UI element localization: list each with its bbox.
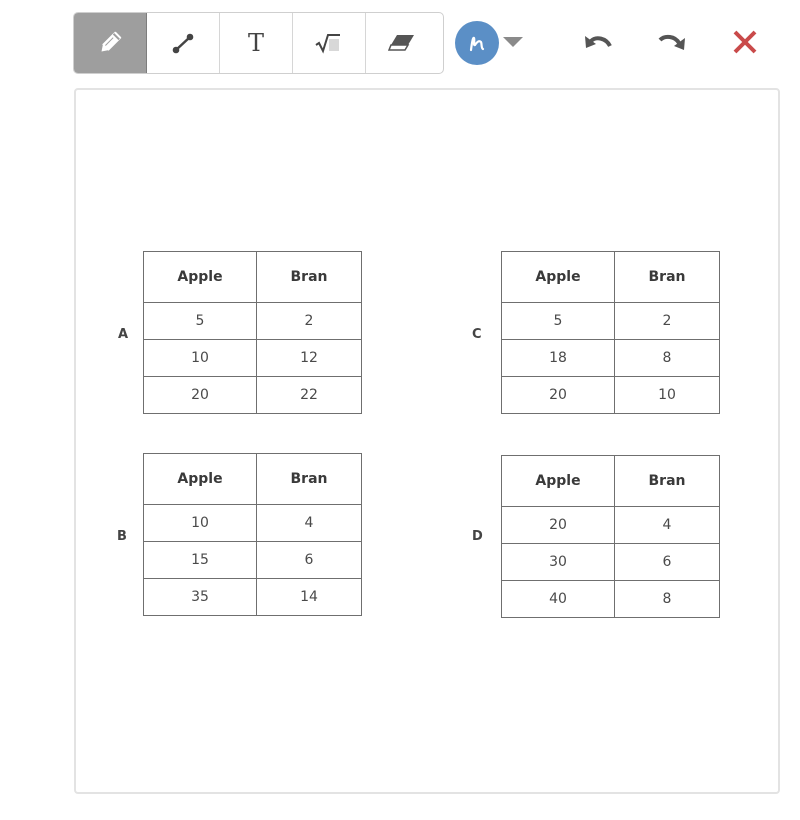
- line-segment-icon: [172, 33, 194, 54]
- column-header: Apple: [501, 251, 615, 303]
- table-row: 18 8: [501, 339, 720, 377]
- option-d-label: D: [472, 529, 483, 544]
- table-row: 35 14: [143, 578, 362, 616]
- line-tool-button[interactable]: [147, 13, 220, 73]
- column-header: Apple: [143, 251, 257, 303]
- eraser-tool-button[interactable]: [366, 13, 439, 73]
- undo-icon: [585, 36, 612, 48]
- option-c-label: C: [472, 327, 482, 342]
- undo-button[interactable]: [578, 24, 618, 60]
- table-row: 10 4: [143, 504, 362, 542]
- drawing-tool-group: T: [73, 12, 444, 74]
- column-header: Bran: [614, 251, 720, 303]
- pencil-icon: [101, 31, 122, 52]
- text-tool-button[interactable]: T: [220, 13, 293, 73]
- pen-color-icon: [469, 36, 485, 52]
- option-b-label: B: [117, 529, 127, 544]
- option-c-table: Apple Bran 52 18 8 20 10: [501, 251, 720, 414]
- text-icon: T: [247, 29, 264, 57]
- pen-color-button[interactable]: [455, 21, 499, 65]
- table-row: 20 22: [143, 376, 362, 414]
- drawing-canvas[interactable]: [74, 88, 780, 794]
- square-root-icon: [315, 34, 340, 54]
- column-header: Apple: [501, 455, 615, 507]
- table-row: 20 10: [501, 376, 720, 414]
- column-header: Apple: [143, 453, 257, 505]
- eraser-icon: [387, 35, 414, 51]
- option-a-label: A: [118, 327, 129, 342]
- redo-button[interactable]: [652, 24, 692, 60]
- math-tool-button[interactable]: [293, 13, 366, 73]
- color-dropdown-arrow[interactable]: [503, 37, 523, 47]
- table-row: 52: [143, 302, 362, 340]
- close-icon: [733, 30, 757, 54]
- column-header: Bran: [256, 251, 362, 303]
- option-a-table: Apple Bran 52 10 12 20 22: [143, 251, 362, 414]
- table-row: 40 8: [501, 580, 720, 618]
- table-row: 15 6: [143, 541, 362, 579]
- table-row: 52: [501, 302, 720, 340]
- table-row: 10 12: [143, 339, 362, 377]
- pencil-tool-button[interactable]: [74, 13, 147, 73]
- column-header: Bran: [614, 455, 720, 507]
- redo-icon: [658, 34, 685, 50]
- table-row: 20 4: [501, 506, 720, 544]
- column-header: Bran: [256, 453, 362, 505]
- close-button[interactable]: [725, 24, 765, 60]
- table-row: 30 6: [501, 543, 720, 581]
- option-d-table: Apple Bran 20 4 30 6 40 8: [501, 455, 720, 618]
- option-b-table: Apple Bran 10 4 15 6 35 14: [143, 453, 362, 616]
